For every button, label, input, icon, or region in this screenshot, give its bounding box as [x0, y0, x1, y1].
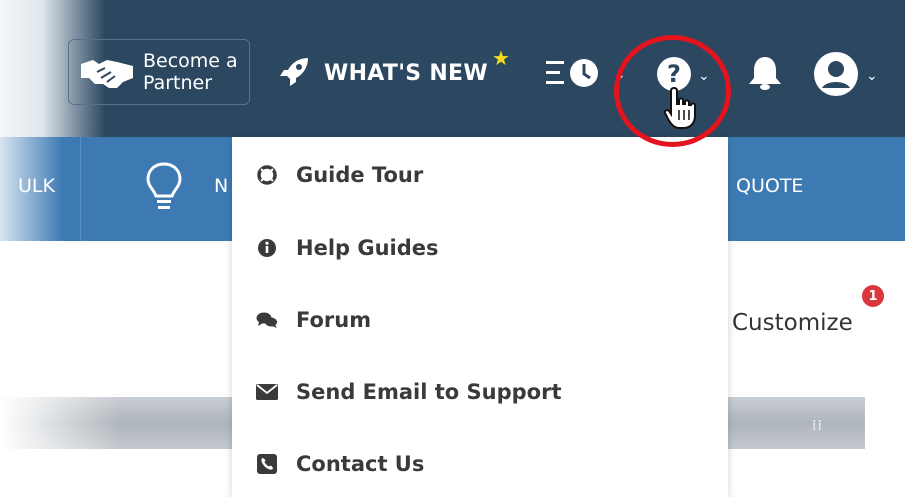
menu-item-label: Contact Us — [296, 452, 425, 476]
help-dropdown-menu: Guide Tour Help Guides Forum Send Email … — [232, 137, 728, 497]
tab-bulk[interactable]: ULK — [18, 175, 55, 197]
tab-quote[interactable]: QUOTE — [736, 175, 803, 197]
menu-item-label: Help Guides — [296, 236, 439, 260]
become-partner-label: Become a Partner — [143, 50, 238, 94]
life-ring-icon — [256, 164, 278, 186]
hand-cursor-icon — [663, 86, 698, 134]
recent-history-icon — [544, 56, 608, 94]
menu-item-send-email[interactable]: Send Email to Support — [256, 372, 562, 412]
star-icon: ★ — [492, 46, 510, 70]
menu-item-forum[interactable]: Forum — [256, 300, 371, 340]
notification-badge: 1 — [862, 285, 884, 307]
customize-link[interactable]: Customize — [732, 310, 853, 336]
menu-item-label: Send Email to Support — [296, 380, 562, 404]
handshake-icon — [79, 52, 135, 92]
rocket-icon — [278, 54, 312, 92]
drag-handle-icon[interactable]: ⁞⁞ — [812, 418, 823, 434]
menu-item-guide-tour[interactable]: Guide Tour — [256, 155, 423, 195]
tab-n[interactable]: N — [214, 175, 228, 197]
bell-icon — [746, 57, 784, 96]
menu-item-help-guides[interactable]: Help Guides — [256, 228, 439, 268]
top-navbar: Become a Partner WHAT'S NEW ★ ⌄ ? ⌄ ⌄ — [0, 0, 905, 137]
comments-icon — [256, 309, 278, 331]
lightbulb-icon[interactable] — [144, 161, 184, 217]
partner-line-1: Become a — [143, 50, 238, 72]
faded-edge — [0, 397, 120, 449]
menu-item-label: Forum — [296, 308, 372, 332]
menu-item-label: Guide Tour — [296, 163, 424, 187]
partner-line-2: Partner — [143, 72, 213, 94]
become-partner-button[interactable]: Become a Partner — [68, 39, 250, 105]
envelope-icon — [256, 381, 278, 403]
notifications-button[interactable] — [746, 54, 784, 96]
user-menu-button[interactable]: ⌄ — [812, 50, 878, 102]
phone-icon — [256, 453, 278, 475]
tab-divider — [80, 137, 81, 241]
info-circle-icon — [256, 237, 278, 259]
whats-new-label: WHAT'S NEW — [324, 60, 488, 86]
whats-new-button[interactable]: WHAT'S NEW ★ — [278, 46, 510, 94]
menu-item-contact-us[interactable]: Contact Us — [256, 444, 424, 484]
user-avatar-icon — [812, 50, 860, 102]
chevron-down-icon: ⌄ — [866, 68, 878, 84]
